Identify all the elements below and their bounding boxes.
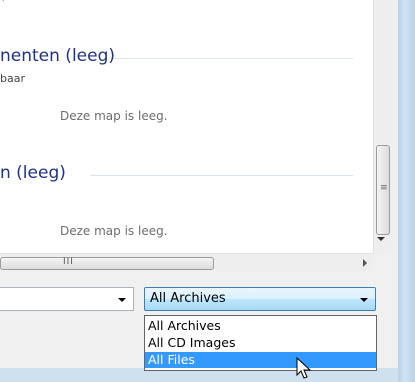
- dropdown-option-all-cd-images[interactable]: All CD Images: [145, 335, 376, 351]
- chevron-down-icon[interactable]: [360, 298, 368, 302]
- group-subtitle-1: baar: [0, 72, 25, 85]
- file-list-pane: ' nenten (leeg) baar Deze map is leeg. n…: [0, 0, 373, 253]
- empty-folder-message-2: Deze map is leeg.: [60, 224, 168, 238]
- vertical-scrollbar[interactable]: ≡: [373, 0, 391, 253]
- window-frame-right: [398, 0, 415, 382]
- grip-icon: III: [63, 257, 74, 267]
- vertical-scroll-thumb[interactable]: ≡: [376, 145, 390, 235]
- grip-icon: ≡: [380, 183, 388, 193]
- empty-folder-message-1: Deze map is leeg.: [60, 109, 168, 123]
- dropdown-option-all-files[interactable]: All Files: [145, 352, 376, 368]
- top-mark: ': [2, 0, 5, 8]
- filetype-select[interactable]: All Archives: [144, 287, 376, 311]
- filename-combobox[interactable]: [0, 287, 134, 311]
- group-header-1[interactable]: nenten (leeg): [0, 46, 115, 66]
- dropdown-option-all-archives[interactable]: All Archives: [145, 318, 376, 334]
- file-dialog: ' nenten (leeg) baar Deze map is leeg. n…: [0, 0, 398, 371]
- group-divider-1: [113, 58, 353, 59]
- filetype-dropdown-list: All Archives All CD Images All Files: [144, 315, 377, 371]
- horizontal-scroll-thumb[interactable]: III: [0, 257, 214, 270]
- group-divider-2: [90, 175, 353, 176]
- horizontal-scrollbar[interactable]: III: [0, 253, 373, 271]
- scroll-down-arrow-icon[interactable]: [377, 237, 385, 241]
- filetype-selected-value: All Archives: [150, 291, 226, 306]
- group-header-2[interactable]: n (leeg): [0, 163, 66, 183]
- chevron-down-icon[interactable]: [118, 298, 126, 302]
- mouse-cursor-icon: [296, 357, 312, 379]
- scroll-right-arrow-icon[interactable]: [363, 259, 367, 267]
